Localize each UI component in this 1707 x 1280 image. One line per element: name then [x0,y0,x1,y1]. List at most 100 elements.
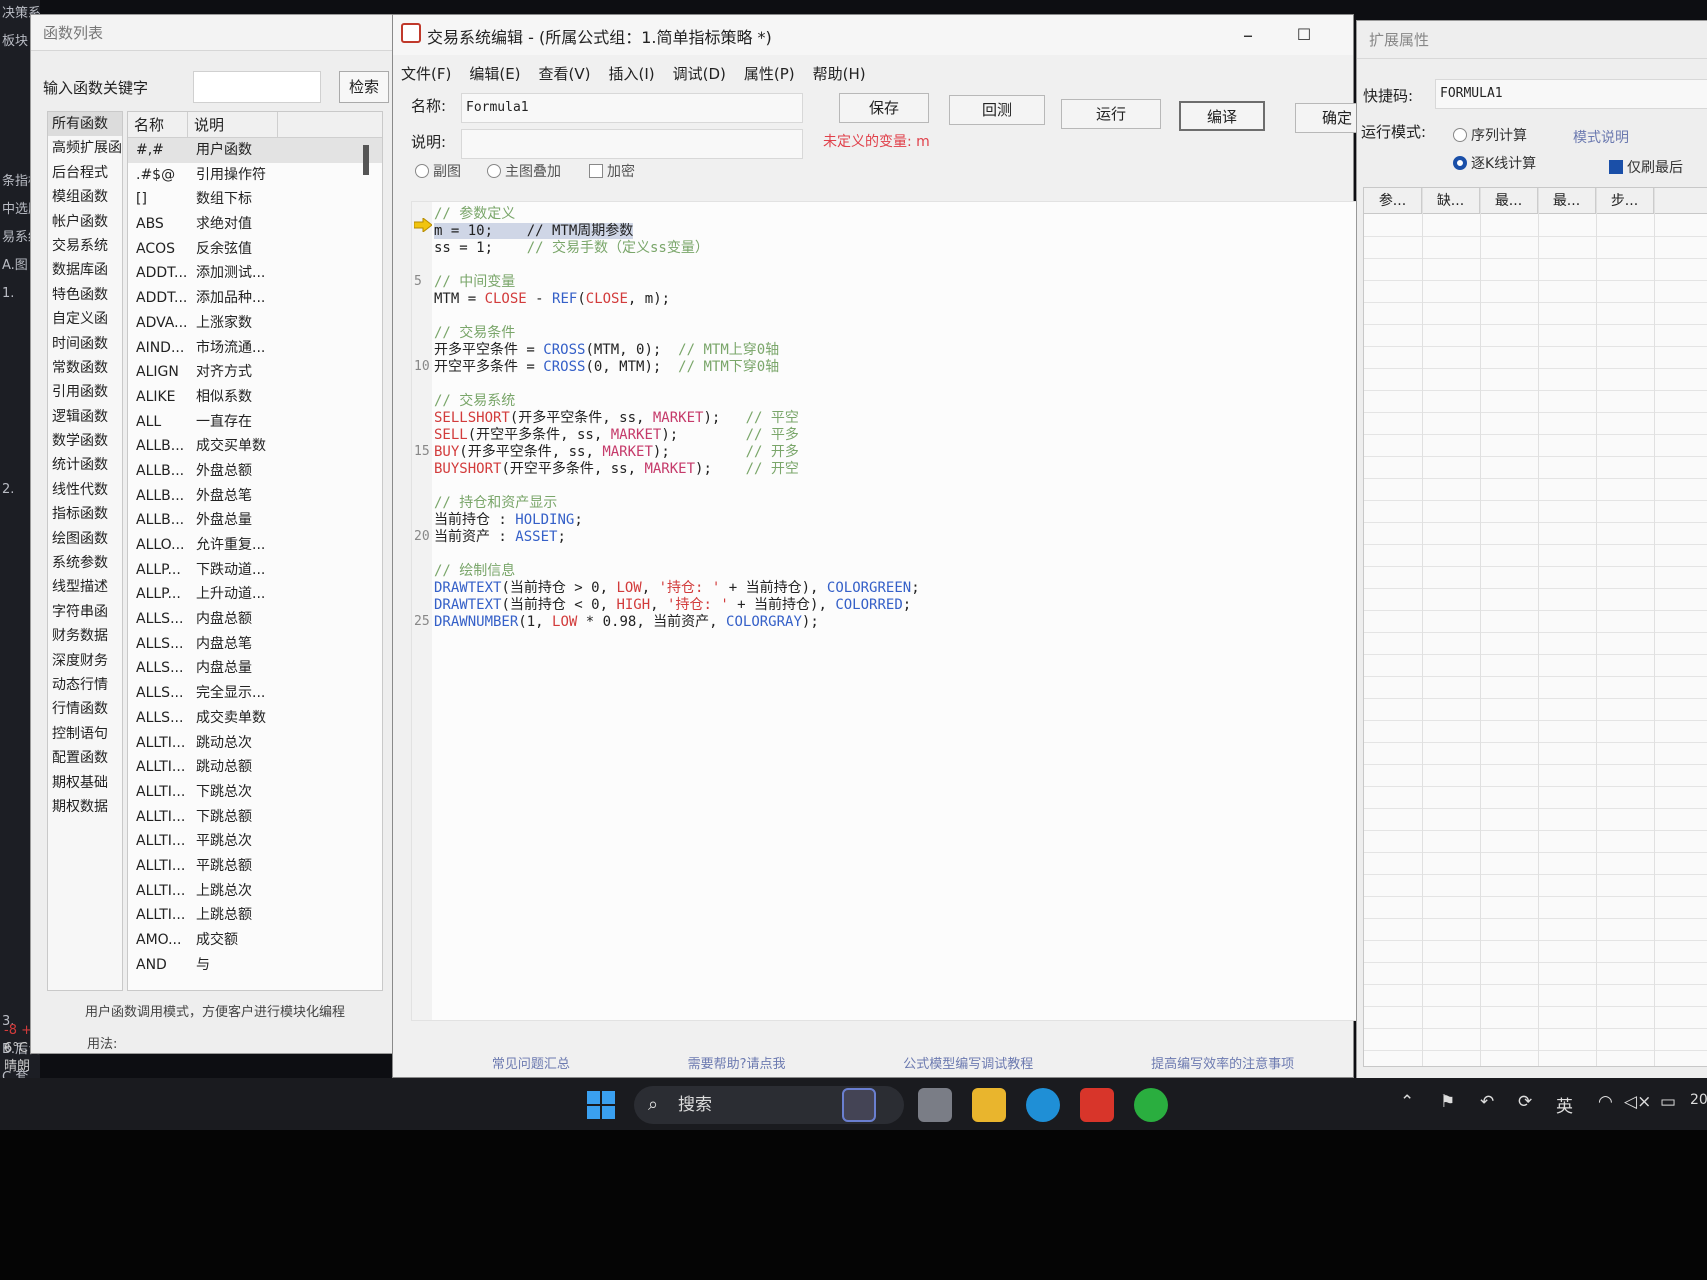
code-line[interactable]: // 参数定义 [434,206,515,223]
code-line[interactable]: BUYSHORT(开空平多条件, ss, MARKET); // 开空 [434,461,799,478]
menu-item[interactable]: 查看(V) [531,57,601,87]
function-row[interactable]: AIND... 市场流通... [128,336,382,361]
file-explorer-icon[interactable] [972,1088,1006,1122]
category-item[interactable]: 财务数据 [48,624,122,648]
grid-column-header[interactable]: 缺... [1422,188,1480,213]
menu-item[interactable]: 帮助(H) [805,57,876,87]
trading-app-icon[interactable] [1080,1088,1114,1122]
function-row[interactable]: ALLP... 下跌动道... [128,558,382,583]
minimize-icon[interactable]: – [1233,21,1263,49]
code-line[interactable]: SELL(开空平多条件, ss, MARKET); // 平多 [434,427,799,444]
category-item[interactable]: 高频扩展函 [48,136,122,160]
code-line[interactable]: // 绘制信息 [434,563,515,580]
category-item[interactable]: 帐户函数 [48,210,122,234]
code-line[interactable]: // 交易条件 [434,325,515,342]
function-row[interactable]: ALLTI... 下跳总次 [128,780,382,805]
category-item[interactable]: 行情函数 [48,697,122,721]
save-button[interactable]: 保存 [839,93,929,123]
mode-description-link[interactable]: 模式说明 [1573,127,1629,147]
category-item[interactable]: 控制语句 [48,722,122,746]
category-item[interactable]: 时间函数 [48,332,122,356]
function-table[interactable]: 名称 说明 #,# 用户函数 .#$@ 引用操作符 [] 数组下标 ABS 求绝对值 ACOS 反… [127,111,383,991]
grid-column-header[interactable]: 参... [1364,188,1422,213]
code-line[interactable]: 开多平空条件 = CROSS(MTM, 0); // MTM上穿0轴 [434,342,779,359]
tray-sync-icon[interactable]: ⟳ [1518,1092,1532,1112]
function-row[interactable]: ADDT... 添加测试... [128,261,382,286]
category-item[interactable]: 交易系统 [48,234,122,258]
ime-indicator[interactable]: 英 [1556,1092,1573,1117]
grid-column-header[interactable]: 步... [1596,188,1654,213]
edge-browser-icon[interactable] [1026,1088,1060,1122]
task-view-icon[interactable] [918,1088,952,1122]
code-line[interactable]: DRAWNUMBER(1, LOW * 0.98, 当前资产, COLORGRA… [434,614,819,631]
menu-item[interactable]: 属性(P) [736,57,805,87]
category-item[interactable]: 后台程式 [48,161,122,185]
code-line[interactable]: // 中间变量 [434,274,515,291]
code-editor[interactable]: // 参数定义 m = 10; // MTM周期参数 ss = 1; // 交易手数… [411,201,1371,1021]
category-item[interactable]: 期权数据 [48,795,122,819]
help-link[interactable]: 公式模型编写调试教程 [903,1053,1033,1072]
search-button[interactable]: 检索 [339,71,389,103]
category-item[interactable]: 数据库函 [48,258,122,282]
backtest-button[interactable]: 回测 [949,95,1045,125]
code-line[interactable]: // 持仓和资产显示 [434,495,557,512]
keyword-input[interactable] [193,71,321,103]
help-link[interactable]: 常见问题汇总 [492,1053,570,1072]
mode-kline-option[interactable]: 逐K线计算 [1453,153,1536,173]
function-row[interactable]: [] 数组下标 [128,187,382,212]
mode-sequence-option[interactable]: 序列计算 [1453,125,1527,145]
function-row[interactable]: ALLS... 成交卖单数 [128,706,382,731]
function-row[interactable]: ABS 求绝对值 [128,212,382,237]
category-item[interactable]: 深度财务 [48,649,122,673]
tray-overflow-chevron-icon[interactable]: ⌃ [1400,1092,1414,1112]
function-row[interactable]: ALLB... 外盘总额 [128,459,382,484]
grid-column-header[interactable]: 最... [1538,188,1596,213]
function-row[interactable]: ALLS... 完全显示... [128,681,382,706]
column-header-desc[interactable]: 说明 [188,112,278,137]
battery-icon[interactable]: ▭ [1660,1092,1676,1112]
windows-start-icon[interactable] [586,1090,616,1120]
encrypt-option[interactable]: 加密 [589,161,635,181]
help-link[interactable]: 需要帮助?请点我 [688,1053,786,1072]
function-row[interactable]: ALLTI... 跳动总额 [128,755,382,780]
refresh-last-option[interactable]: 仅刷最后 [1609,157,1683,177]
run-button[interactable]: 运行 [1061,99,1161,129]
tray-app-icon[interactable]: ⚑ [1440,1092,1455,1112]
grid-column-header[interactable]: 最... [1480,188,1538,213]
wechat-icon[interactable] [1134,1088,1168,1122]
category-item[interactable]: 引用函数 [48,380,122,404]
function-row[interactable]: ALLTI... 平跳总额 [128,854,382,879]
function-row[interactable]: ALL 一直存在 [128,410,382,435]
maximize-icon[interactable]: ☐ [1289,21,1319,49]
main-overlay-option[interactable]: 主图叠加 [487,161,561,181]
clock-fragment[interactable]: 20 [1690,1092,1707,1108]
category-item[interactable]: 绘图函数 [48,527,122,551]
category-item[interactable]: 常数函数 [48,356,122,380]
copilot-icon[interactable] [842,1088,876,1122]
parameter-grid[interactable]: 参... 缺... 最... 最... 步... [1363,187,1707,1067]
category-item[interactable]: 线型描述 [48,575,122,599]
desc-input[interactable] [461,129,803,159]
category-item[interactable]: 自定义函 [48,307,122,331]
function-row[interactable]: ALLB... 外盘总量 [128,508,382,533]
function-row[interactable]: ALLB... 外盘总笔 [128,484,382,509]
menu-item[interactable]: 调试(D) [665,57,736,87]
hotkey-input[interactable]: FORMULA1 [1435,79,1707,109]
function-row[interactable]: ALLS... 内盘总笔 [128,632,382,657]
category-list[interactable]: 所有函数 高频扩展函 后台程式 模组函数 帐户函数 交易系统 数据库函 特色函数 自定义函 时间函… [47,111,123,991]
function-row[interactable]: ALLO... 允许重复... [128,533,382,558]
code-line[interactable]: 当前资产 : ASSET; [434,529,566,546]
function-row[interactable]: ALLTI... 跳动总次 [128,731,382,756]
function-row[interactable]: AMO... 成交额 [128,928,382,953]
category-item[interactable]: 期权基础 [48,771,122,795]
code-line[interactable]: // 交易系统 [434,393,515,410]
category-item[interactable]: 配置函数 [48,746,122,770]
function-row[interactable]: ALLTI... 平跳总次 [128,829,382,854]
code-line[interactable]: m = 10; // MTM周期参数 [434,223,634,240]
category-item[interactable]: 指标函数 [48,502,122,526]
category-item[interactable]: 所有函数 [48,112,122,137]
function-row[interactable]: ALIKE 相似系数 [128,385,382,410]
menu-item[interactable]: 编辑(E) [461,57,530,87]
code-line[interactable]: SELLSHORT(开多平空条件, ss, MARKET); // 平空 [434,410,799,427]
function-row[interactable]: ACOS 反余弦值 [128,237,382,262]
